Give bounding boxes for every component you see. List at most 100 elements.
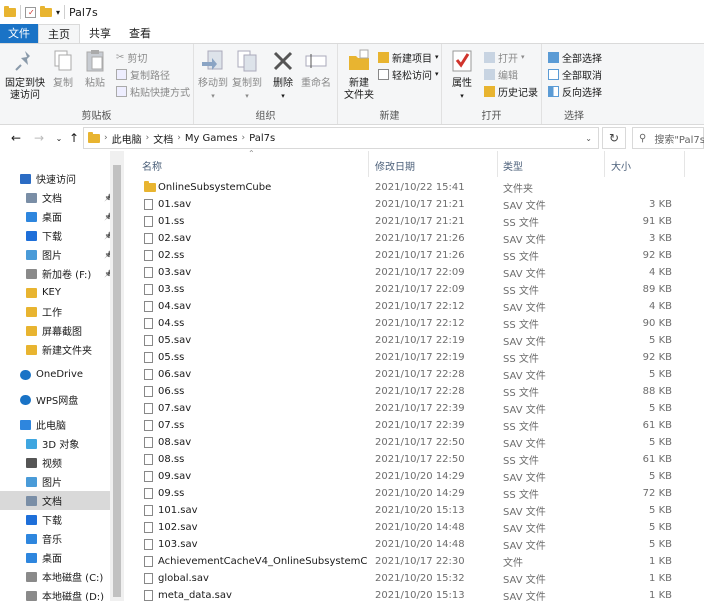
column-name[interactable]: 名称 <box>142 158 162 173</box>
file-row[interactable]: 101.sav 2021/10/20 15:13 SAV 文件 5 KB <box>124 502 704 519</box>
copy-button[interactable]: 复制 <box>50 48 76 90</box>
file-row[interactable]: 102.sav 2021/10/20 14:48 SAV 文件 5 KB <box>124 519 704 536</box>
file-row[interactable]: 05.ss 2021/10/17 22:19 SS 文件 92 KB <box>124 349 704 366</box>
file-row[interactable]: 06.ss 2021/10/17 22:28 SS 文件 88 KB <box>124 383 704 400</box>
sidebar-item[interactable]: 视频 <box>26 453 62 472</box>
invert-selection-button[interactable]: 反向选择 <box>548 83 602 99</box>
forward-arrow-icon[interactable]: → <box>31 131 47 145</box>
file-row[interactable]: 08.ss 2021/10/17 22:50 SS 文件 61 KB <box>124 451 704 468</box>
properties-button[interactable]: 属性 ▾ <box>446 48 478 102</box>
sidebar-item[interactable]: 本地磁盘 (D:) <box>26 586 104 601</box>
properties-check-icon[interactable]: ✓ <box>25 6 36 18</box>
move-to-button[interactable]: 移动到 ▾ <box>198 48 228 102</box>
open-label: 打开 <box>498 53 518 65</box>
nav-scrollbar[interactable] <box>110 151 124 601</box>
up-arrow-icon[interactable]: ↑ <box>66 131 82 145</box>
column-divider[interactable] <box>604 151 605 177</box>
file-row[interactable]: 04.ss 2021/10/17 22:12 SS 文件 90 KB <box>124 315 704 332</box>
file-row[interactable]: 08.sav 2021/10/17 22:50 SAV 文件 5 KB <box>124 434 704 451</box>
sidebar-item[interactable]: 快速访问 <box>20 169 76 188</box>
file-row[interactable]: 103.sav 2021/10/20 14:48 SAV 文件 5 KB <box>124 536 704 553</box>
column-type[interactable]: 类型 <box>503 158 523 173</box>
file-row[interactable]: 07.ss 2021/10/17 22:39 SS 文件 61 KB <box>124 417 704 434</box>
select-none-button[interactable]: 全部取消 <box>548 66 602 82</box>
tab-share[interactable]: 共享 <box>80 24 120 43</box>
file-row[interactable]: global.sav 2021/10/20 15:32 SAV 文件 1 KB <box>124 570 704 587</box>
file-type: SAV 文件 <box>503 405 546 416</box>
file-row[interactable]: meta_data.sav 2021/10/20 15:13 SAV 文件 1 KB <box>124 587 704 604</box>
tab-home[interactable]: 主页 <box>38 24 80 43</box>
tab-view[interactable]: 查看 <box>120 24 160 43</box>
file-row[interactable]: 03.sav 2021/10/17 22:09 SAV 文件 4 KB <box>124 264 704 281</box>
refresh-button[interactable]: ↻ <box>602 127 626 149</box>
paste-shortcut-button[interactable]: 粘贴快捷方式 <box>116 83 190 99</box>
rename-button[interactable]: 重命名 <box>300 48 332 90</box>
new-folder-button[interactable]: 新建 文件夹 <box>342 48 376 102</box>
sidebar-item[interactable]: 图片 <box>26 472 62 491</box>
sidebar-item[interactable]: 屏幕截图 <box>26 321 82 340</box>
sidebar-item[interactable]: 音乐 <box>26 529 62 548</box>
file-row[interactable]: 01.sav 2021/10/17 21:21 SAV 文件 3 KB <box>124 196 704 213</box>
sidebar-item[interactable]: 图片 📌 <box>26 245 113 264</box>
sidebar-item[interactable]: 3D 对象 <box>26 434 79 453</box>
chevron-down-icon[interactable]: ▾ <box>56 8 60 17</box>
sidebar-item[interactable]: KEY <box>26 283 61 302</box>
sidebar-item[interactable]: 文档 <box>0 491 110 510</box>
file-row[interactable]: 03.ss 2021/10/17 22:09 SS 文件 89 KB <box>124 281 704 298</box>
crumb-this-pc[interactable]: 此电脑 <box>112 131 142 146</box>
paste-button[interactable]: 粘贴 <box>82 48 108 90</box>
file-row[interactable]: 02.sav 2021/10/17 21:26 SAV 文件 3 KB <box>124 230 704 247</box>
recent-chevron-icon[interactable]: ⌄ <box>51 134 67 143</box>
file-row[interactable]: 05.sav 2021/10/17 22:19 SAV 文件 5 KB <box>124 332 704 349</box>
file-row[interactable]: 02.ss 2021/10/17 21:26 SS 文件 92 KB <box>124 247 704 264</box>
crumb-pal7s[interactable]: Pal7s <box>249 133 275 144</box>
file-row[interactable]: 06.sav 2021/10/17 22:28 SAV 文件 5 KB <box>124 366 704 383</box>
nav-scrollbar-thumb[interactable] <box>113 165 121 597</box>
search-input[interactable]: ⚲ 搜索"Pal7s" <box>632 127 704 149</box>
sidebar-item[interactable]: 新加卷 (F:) 📌 <box>26 264 113 283</box>
chevron-down-icon[interactable]: ⌄ <box>585 134 592 143</box>
column-divider[interactable] <box>368 151 369 177</box>
sidebar-item[interactable]: 此电脑 <box>20 415 66 434</box>
sidebar-item[interactable]: 下载 <box>26 510 62 529</box>
sidebar-item[interactable]: WPS网盘 <box>20 390 78 409</box>
delete-button[interactable]: 删除 ▾ <box>270 48 296 102</box>
new-folder-icon[interactable] <box>40 5 52 17</box>
crumb-documents[interactable]: 文档 <box>153 131 173 146</box>
edit-button[interactable]: 编辑 <box>484 66 518 82</box>
tab-file[interactable]: 文件 <box>0 24 38 43</box>
sidebar-item[interactable]: 桌面 <box>26 548 62 567</box>
file-name: 101.sav <box>158 505 198 516</box>
column-divider[interactable] <box>497 151 498 177</box>
sidebar-item[interactable]: 下载 📌 <box>26 226 113 245</box>
file-row[interactable]: AchievementCacheV4_OnlineSubsystemCu... 2… <box>124 553 704 570</box>
file-row[interactable]: 09.ss 2021/10/20 14:29 SS 文件 72 KB <box>124 485 704 502</box>
breadcrumb[interactable]: › 此电脑 › 文档 › My Games › Pal7s ⌄ <box>83 127 599 149</box>
sidebar-item[interactable]: 本地磁盘 (C:) <box>26 567 103 586</box>
new-item-button[interactable]: 新建项目 ▾ <box>378 49 439 65</box>
sidebar-item[interactable]: 文档 📌 <box>26 188 113 207</box>
easy-access-button[interactable]: 轻松访问 ▾ <box>378 66 439 82</box>
copy-path-button[interactable]: 复制路径 <box>116 66 170 82</box>
back-arrow-icon[interactable]: ← <box>8 131 24 145</box>
file-row[interactable]: 07.sav 2021/10/17 22:39 SAV 文件 5 KB <box>124 400 704 417</box>
select-all-button[interactable]: 全部选择 <box>548 49 602 65</box>
file-row[interactable]: 09.sav 2021/10/20 14:29 SAV 文件 5 KB <box>124 468 704 485</box>
sidebar-item[interactable]: OneDrive <box>20 365 83 384</box>
column-size[interactable]: 大小 <box>611 158 631 173</box>
sidebar-item[interactable]: 桌面 📌 <box>26 207 113 226</box>
column-date[interactable]: 修改日期 <box>375 158 415 173</box>
pin-to-quick-access-button[interactable]: 固定到快 速访问 <box>4 48 46 102</box>
column-divider[interactable] <box>684 151 685 177</box>
file-row[interactable]: 04.sav 2021/10/17 22:12 SAV 文件 4 KB <box>124 298 704 315</box>
cut-button[interactable]: ✂ 剪切 <box>116 49 147 65</box>
history-button[interactable]: 历史记录 <box>484 83 538 99</box>
file-row[interactable]: 01.ss 2021/10/17 21:21 SS 文件 91 KB <box>124 213 704 230</box>
pin-label-2: 速访问 <box>10 90 40 101</box>
file-row[interactable]: OnlineSubsystemCube 2021/10/22 15:41 文件夹 <box>124 179 704 196</box>
open-button[interactable]: 打开 ▾ <box>484 49 525 65</box>
sidebar-item[interactable]: 新建文件夹 <box>26 340 92 359</box>
copy-to-button[interactable]: 复制到 ▾ <box>232 48 262 102</box>
sidebar-item[interactable]: 工作 <box>26 302 62 321</box>
crumb-my-games[interactable]: My Games <box>185 133 238 144</box>
